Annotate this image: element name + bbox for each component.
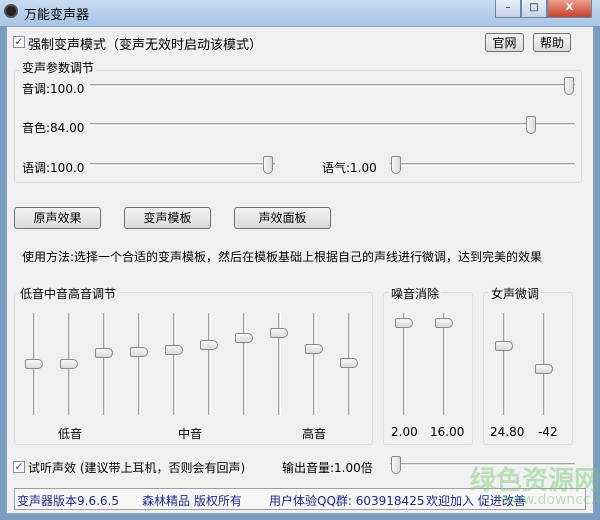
copyright-text: 森林精品 版权所有	[142, 494, 242, 508]
qq-group-text: 用户体验QQ群: 603918425	[269, 494, 425, 508]
eq-slider-10-thumb[interactable]	[340, 358, 358, 369]
eq-slider-3-thumb[interactable]	[95, 347, 113, 358]
timbre-label: 音色:84.00	[22, 121, 85, 135]
eq-slider-6-track[interactable]	[208, 313, 211, 415]
minimize-button[interactable]: –	[495, 0, 521, 18]
title-bar[interactable]: 万能变声器 – □ X	[0, 0, 600, 26]
eq-slider-1-thumb[interactable]	[25, 359, 43, 369]
eq-label-treble: 高音	[302, 427, 327, 441]
pitch-slider-thumb[interactable]	[564, 77, 574, 95]
eq-label-mid: 中音	[178, 427, 203, 441]
speed-label: 语调:100.0	[22, 161, 85, 175]
force-mode-checkbox[interactable]: ✓	[13, 36, 25, 48]
help-button[interactable]: 帮助	[533, 33, 571, 52]
female-title: 女声微调	[489, 285, 542, 302]
eq-slider-4-thumb[interactable]	[130, 347, 148, 358]
speed-slider-thumb[interactable]	[263, 156, 273, 174]
tone-label: 语气:1.00	[322, 161, 377, 175]
tone-slider-track[interactable]	[390, 163, 575, 166]
original-voice-button[interactable]: 原声效果	[14, 207, 101, 229]
eq-slider-2-thumb[interactable]	[60, 359, 78, 369]
speed-slider-track[interactable]	[90, 163, 275, 166]
eq-slider-9-track[interactable]	[313, 313, 316, 415]
noise-group	[383, 292, 473, 445]
eq-title: 低音中音高音调节	[18, 285, 119, 302]
tone-slider-thumb[interactable]	[391, 156, 401, 174]
effects-panel-button[interactable]: 声效面板	[234, 207, 331, 229]
noise-value-1: 2.00	[391, 425, 418, 439]
website-button[interactable]: 官网	[485, 33, 524, 52]
voice-templates-button[interactable]: 变声模板	[124, 207, 211, 229]
version-text: 变声器版本9.6.6.5	[17, 494, 119, 508]
eq-slider-3-track[interactable]	[103, 313, 106, 415]
eq-slider-4-track[interactable]	[138, 313, 141, 415]
eq-slider-6-thumb[interactable]	[200, 339, 218, 350]
eq-slider-7-track[interactable]	[243, 313, 246, 415]
output-volume-label: 输出音量:1.00倍	[282, 461, 373, 475]
window-title: 万能变声器	[24, 8, 90, 23]
female-value-2: -42	[538, 425, 558, 439]
preview-checkbox[interactable]: ✓	[13, 461, 25, 473]
eq-slider-7-thumb[interactable]	[235, 333, 253, 344]
watermark-url: www.downcc.com	[500, 492, 600, 508]
eq-slider-5-track[interactable]	[173, 313, 176, 415]
noise-value-2: 16.00	[430, 425, 465, 439]
close-button[interactable]: X	[547, 0, 592, 18]
maximize-button[interactable]: □	[521, 0, 547, 18]
noise-title: 噪音消除	[389, 285, 442, 302]
preview-label: 试听声效 (建议带上耳机，否则会有回声)	[28, 461, 246, 475]
timbre-slider-thumb[interactable]	[526, 116, 536, 134]
female-value-1: 24.80	[490, 425, 525, 439]
eq-slider-5-thumb[interactable]	[165, 345, 183, 356]
eq-label-bass: 低音	[58, 427, 83, 441]
eq-slider-8-thumb[interactable]	[270, 327, 288, 338]
headphones-icon	[4, 4, 18, 18]
eq-slider-9-thumb[interactable]	[305, 344, 323, 355]
usage-text: 使用方法:选择一个合适的变声模板，然后在模板基础上根据自己的声线进行微调，达到完…	[22, 250, 543, 264]
force-mode-label: 强制变声模式（变声无效时启动该模式）	[28, 38, 263, 53]
timbre-slider-track[interactable]	[90, 123, 575, 126]
pitch-slider-track[interactable]	[90, 84, 575, 87]
pitch-label: 音调:100.0	[22, 82, 85, 96]
voice-params-title: 变声参数调节	[20, 59, 97, 76]
output-volume-thumb[interactable]	[391, 456, 401, 474]
female-group	[483, 292, 573, 445]
